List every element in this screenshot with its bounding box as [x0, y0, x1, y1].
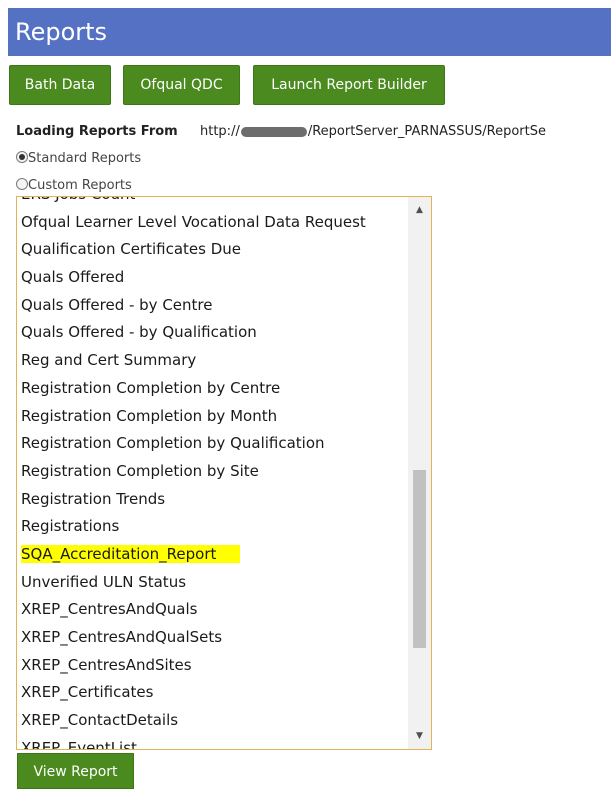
- report-list-item[interactable]: Quals Offered - by Centre: [20, 292, 410, 320]
- url-prefix: http://: [200, 124, 240, 139]
- report-listbox[interactable]: ERS Jobs Count Ofqual Learner Level Vocat…: [16, 196, 432, 750]
- report-list-item[interactable]: XREP_CentresAndQuals: [20, 596, 410, 624]
- report-list-item[interactable]: Registration Completion by Month: [20, 403, 410, 431]
- report-list-item[interactable]: ERS Jobs Count: [20, 197, 410, 209]
- report-list-item[interactable]: Quals Offered: [20, 264, 410, 292]
- report-list-item-label: XREP_EventList: [21, 738, 137, 750]
- report-list-item[interactable]: XREP_ContactDetails: [20, 707, 410, 735]
- report-list-item-label: Quals Offered: [21, 268, 125, 287]
- standard-reports-option[interactable]: Standard Reports: [16, 151, 141, 169]
- report-list-item-label: Registration Completion by Centre: [21, 378, 281, 397]
- page-title: Reports: [15, 18, 108, 46]
- custom-reports-label: Custom Reports: [28, 178, 132, 193]
- report-list-item[interactable]: Unverified ULN Status: [20, 569, 410, 597]
- report-list-item-label: Reg and Cert Summary: [21, 351, 197, 370]
- launch-report-builder-button[interactable]: Launch Report Builder: [253, 65, 445, 105]
- report-list-item-label: XREP_CentresAndQuals: [21, 600, 198, 619]
- view-report-button[interactable]: View Report: [17, 753, 134, 789]
- scroll-up-arrow-icon[interactable]: ▲: [408, 201, 431, 219]
- report-list-item[interactable]: Qualification Certificates Due: [20, 236, 410, 264]
- report-list-item-label: Quals Offered - by Qualification: [21, 323, 257, 342]
- report-list-item[interactable]: Registration Completion by Centre: [20, 375, 410, 403]
- redacted-hostname: [240, 126, 307, 137]
- bath-data-button[interactable]: Bath Data: [9, 65, 111, 105]
- report-list-item-label: Quals Offered - by Centre: [21, 295, 213, 314]
- report-list-item[interactable]: Registration Completion by Qualification: [20, 430, 410, 458]
- report-list-item[interactable]: Reg and Cert Summary: [20, 347, 410, 375]
- ofqual-qdc-button[interactable]: Ofqual QDC: [123, 65, 240, 105]
- report-list-item[interactable]: Quals Offered - by Qualification: [20, 319, 410, 347]
- report-list-item[interactable]: Registration Trends: [20, 486, 410, 514]
- report-list-scrollbar[interactable]: ▲ ▼: [408, 197, 431, 749]
- standard-reports-radio[interactable]: [16, 151, 28, 163]
- scrollbar-thumb[interactable]: [413, 470, 426, 648]
- custom-reports-option[interactable]: Custom Reports: [16, 178, 132, 196]
- report-list-item-label: Ofqual Learner Level Vocational Data Req…: [21, 212, 366, 231]
- report-list-item[interactable]: SQA_Accreditation_Report: [20, 541, 410, 569]
- report-list-item-label: Registration Completion by Month: [21, 406, 278, 425]
- report-list-item-label: Registration Completion by Qualification: [21, 434, 325, 453]
- report-list-item-label: Qualification Certificates Due: [21, 240, 242, 259]
- report-list-item[interactable]: XREP_EventList: [20, 735, 410, 750]
- report-list-item-label: ERS Jobs Count: [21, 197, 135, 203]
- report-list-item-label: XREP_CentresAndQualSets: [21, 628, 223, 646]
- report-list-item[interactable]: XREP_CentresAndQualSets: [20, 624, 410, 652]
- url-suffix: /ReportServer_PARNASSUS/ReportSe: [307, 124, 546, 139]
- report-list-item[interactable]: Registrations: [20, 513, 410, 541]
- scroll-down-arrow-icon[interactable]: ▼: [408, 727, 431, 745]
- report-list-item-label: XREP_Certificates: [21, 683, 154, 702]
- report-server-url: http:// /ReportServer_PARNASSUS/ReportSe: [200, 124, 611, 139]
- report-list-item-label: Registration Trends: [21, 489, 166, 508]
- report-list-item-label: Registrations: [21, 517, 120, 536]
- report-list-item[interactable]: Ofqual Learner Level Vocational Data Req…: [20, 209, 410, 237]
- report-list-item-label: Registration Completion by Site: [21, 461, 259, 480]
- report-list-item-label: Unverified ULN Status: [21, 572, 187, 591]
- custom-reports-radio[interactable]: [16, 178, 28, 190]
- report-list-item[interactable]: XREP_CentresAndSites: [20, 652, 410, 680]
- report-list-item[interactable]: XREP_Certificates: [20, 679, 410, 707]
- page-header: Reports: [8, 8, 611, 56]
- standard-reports-label: Standard Reports: [28, 151, 142, 166]
- report-list-item-label: SQA_Accreditation_Report: [21, 544, 241, 563]
- report-list-item-label: XREP_CentresAndSites: [21, 655, 192, 674]
- loading-reports-label: Loading Reports From: [16, 124, 178, 139]
- report-list-items: ERS Jobs Count Ofqual Learner Level Vocat…: [20, 197, 410, 750]
- report-list-item-label: XREP_ContactDetails: [21, 711, 179, 730]
- report-list-item[interactable]: Registration Completion by Site: [20, 458, 410, 486]
